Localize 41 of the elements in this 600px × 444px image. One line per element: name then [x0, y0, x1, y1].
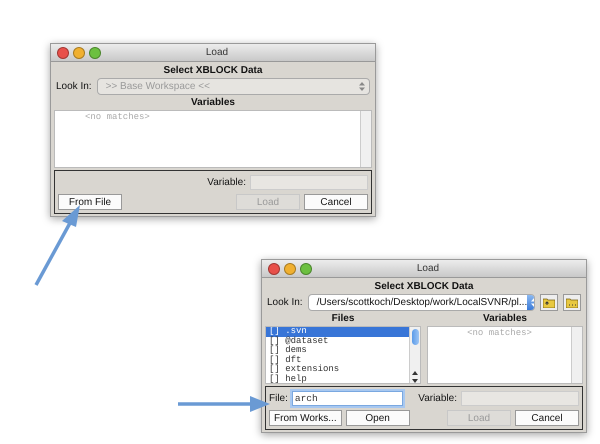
dialog-button[interactable]: Open	[346, 410, 410, 426]
scrollbar[interactable]	[360, 111, 371, 167]
dialog-button[interactable]: From File	[58, 194, 122, 210]
list-heading: Variables	[190, 97, 236, 108]
zoom-icon[interactable]	[89, 46, 101, 58]
dialog-heading: Select XBLOCK Data	[162, 65, 264, 76]
dialog-button[interactable]: From Works...	[269, 410, 342, 426]
look-in-dropdown[interactable]: /Users/scottkoch/Desktop/work/LocalSVNR/pl...	[308, 294, 535, 311]
variable-label: Variable:	[207, 177, 246, 188]
file-list-item[interactable]: [] extensions	[266, 365, 409, 374]
dialog-button[interactable]: Cancel	[304, 194, 368, 210]
scrollbar[interactable]	[409, 327, 420, 383]
file-label: File:	[269, 393, 288, 404]
empty-list-text: <no matches>	[466, 327, 533, 338]
file-list-item[interactable]: [] @dataset	[266, 336, 409, 346]
file-list-item[interactable]: [] help	[266, 374, 409, 383]
file-list-item[interactable]: [] dems	[266, 346, 409, 356]
folder-up-button[interactable]	[540, 294, 558, 311]
scrollbar[interactable]	[571, 327, 582, 383]
close-icon[interactable]	[268, 262, 280, 274]
close-icon[interactable]	[57, 46, 69, 58]
minimize-icon[interactable]	[73, 46, 85, 58]
minimize-icon[interactable]	[284, 262, 296, 274]
window-title: Load	[416, 263, 440, 274]
stepper-icon	[359, 82, 365, 91]
variable-input[interactable]	[250, 175, 368, 190]
folder-button[interactable]	[563, 294, 581, 311]
look-in-label: Look In:	[56, 81, 92, 92]
file-input[interactable]: arch	[292, 391, 403, 406]
list-heading: Files	[330, 313, 356, 324]
scroll-arrows-icon[interactable]	[412, 371, 418, 383]
list-heading: Variables	[482, 313, 528, 324]
dialog-heading: Select XBLOCK Data	[374, 281, 474, 292]
window-title: Load	[206, 47, 230, 58]
variable-input[interactable]	[461, 391, 579, 406]
look-in-label: Look In:	[267, 297, 303, 308]
file-list-item[interactable]: [] dft	[266, 356, 409, 365]
variable-label: Variable:	[418, 393, 457, 404]
dialog-button[interactable]: Cancel	[515, 410, 579, 426]
zoom-icon[interactable]	[300, 262, 312, 274]
empty-list-text: <no matches>	[84, 111, 151, 122]
